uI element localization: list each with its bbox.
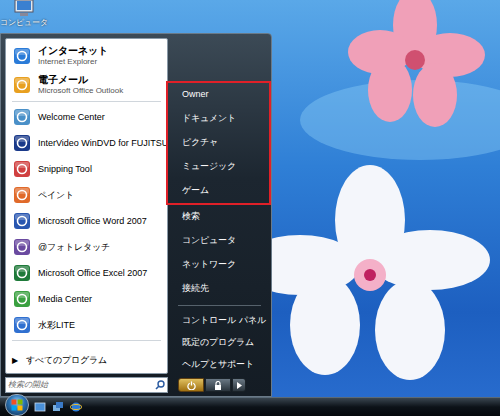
program-icon (12, 185, 32, 205)
recent-item[interactable]: Media Center (6, 286, 167, 312)
power-controls (168, 378, 271, 392)
place-item[interactable]: ゲーム (168, 179, 269, 203)
recent-item[interactable]: Microsoft Office Word 2007 (6, 208, 167, 234)
program-icon (12, 289, 32, 309)
place-item[interactable]: Owner (168, 83, 269, 107)
desktop: コンピュータインターネットInternet Explorer電子メールMicro… (0, 0, 500, 416)
arrow-icon (237, 382, 242, 389)
place-item[interactable]: ドキュメント (168, 107, 269, 131)
left-column: インターネットInternet Explorer電子メールMicrosoft O… (5, 34, 168, 396)
shutdown-menu-button[interactable] (232, 378, 246, 392)
pinned-item[interactable]: インターネットInternet Explorer (6, 41, 167, 70)
program-icon (12, 237, 32, 257)
right-column: Ownerドキュメントピクチャミュージックゲーム検索コンピュータネットワーク接続… (168, 34, 271, 396)
system-item[interactable]: ヘルプとサポート (168, 354, 271, 376)
place-item[interactable]: ピクチャ (168, 131, 269, 155)
program-icon (12, 133, 32, 153)
separator (12, 101, 161, 102)
computer-icon (13, 0, 35, 18)
lock-button[interactable] (205, 378, 231, 392)
program-icon (12, 159, 32, 179)
program-icon (12, 75, 32, 95)
recent-item[interactable]: Welcome Center (6, 104, 167, 130)
place-item[interactable]: コンピュータ (168, 229, 271, 253)
recent-item[interactable]: Microsoft Office Excel 2007 (6, 260, 167, 286)
system-item[interactable]: コントロール パネル (168, 310, 271, 332)
desktop-icon[interactable]: コンピュータ (2, 0, 46, 28)
separator (178, 305, 261, 306)
search-icon (155, 380, 165, 390)
search-box[interactable]: 検索の開始 (5, 377, 168, 393)
pinned-item[interactable]: 電子メールMicrosoft Office Outlook (6, 70, 167, 99)
separator (12, 340, 161, 341)
recent-item[interactable]: @フォトレタッチ (6, 234, 167, 260)
program-icon (12, 107, 32, 127)
place-item[interactable]: ミュージック (168, 155, 269, 179)
switch-windows-icon[interactable] (52, 401, 64, 413)
start-button[interactable] (5, 394, 29, 416)
recent-item[interactable]: ペイント (6, 182, 167, 208)
programs-pane: インターネットInternet Explorer電子メールMicrosoft O… (5, 38, 168, 374)
start-menu: インターネットInternet Explorer電子メールMicrosoft O… (0, 33, 272, 397)
system-item[interactable]: 既定のプログラム (168, 332, 271, 354)
program-icon (12, 211, 32, 231)
place-item[interactable]: 検索 (168, 205, 271, 229)
program-icon (12, 263, 32, 283)
all-programs[interactable]: ▶すべてのプログラム (6, 349, 167, 373)
power-icon (187, 381, 196, 390)
program-icon (12, 46, 32, 66)
power-button[interactable] (178, 378, 204, 392)
windows-logo-icon (11, 399, 23, 411)
highlight-box: Ownerドキュメントピクチャミュージックゲーム (166, 81, 271, 205)
lock-icon (214, 381, 222, 390)
internet-explorer-icon[interactable] (70, 401, 82, 413)
program-icon (12, 315, 32, 335)
recent-item[interactable]: InterVideo WinDVD for FUJITSU (6, 130, 167, 156)
place-item[interactable]: 接続先 (168, 277, 271, 301)
place-item[interactable]: ネットワーク (168, 253, 271, 277)
recent-item[interactable]: Snipping Tool (6, 156, 167, 182)
recent-item[interactable]: 水彩LITE (6, 312, 167, 338)
show-desktop-icon[interactable] (34, 401, 46, 413)
taskbar (0, 397, 500, 416)
